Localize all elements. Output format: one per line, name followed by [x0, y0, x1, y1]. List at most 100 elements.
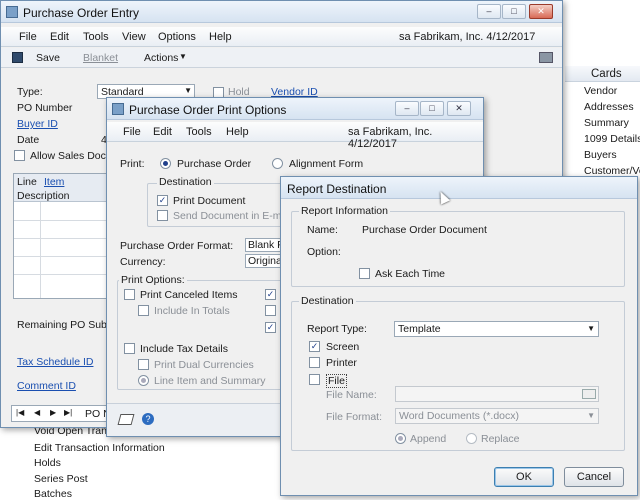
cards-item-vendor[interactable]: Vendor — [584, 85, 617, 97]
cards-item-buyers[interactable]: Buyers — [584, 149, 617, 161]
ok-button[interactable]: OK — [494, 467, 554, 487]
line-grid: Line Item Description — [13, 173, 109, 299]
print-canceled-label: Print Canceled Items — [140, 289, 238, 301]
po-window-title: Purchase Order Entry — [23, 6, 140, 20]
menu-edit[interactable]: Edit — [50, 31, 69, 43]
print-options-title: Purchase Order Print Options — [129, 103, 287, 117]
menu-tools[interactable]: Tools — [186, 126, 212, 138]
line-item-summary-label: Line Item and Summary — [154, 375, 266, 387]
option-checkbox[interactable]: ✓ — [265, 289, 276, 300]
file-name-input[interactable] — [395, 386, 599, 402]
alignment-form-radio[interactable] — [272, 158, 283, 169]
currency-label: Currency: — [120, 256, 166, 268]
send-email-label: Send Document in E-mail — [173, 210, 293, 222]
report-destination-titlebar: Report Destination — [281, 177, 637, 199]
minimize-button[interactable]: – — [395, 101, 419, 116]
grid-row-line — [14, 220, 108, 221]
grid-row-line — [14, 256, 108, 257]
save-icon — [12, 52, 23, 63]
menu-help[interactable]: Help — [226, 126, 249, 138]
printer-checkbox[interactable] — [309, 357, 320, 368]
close-button[interactable]: ✕ — [447, 101, 471, 116]
po-number-label: PO Number — [17, 102, 73, 114]
cards-item-summary[interactable]: Summary — [584, 117, 629, 129]
menu-file[interactable]: File — [123, 126, 141, 138]
print-canceled-checkbox[interactable] — [124, 289, 135, 300]
menu-options[interactable]: Options — [158, 31, 196, 43]
print-document-checkbox[interactable]: ✓ — [157, 195, 168, 206]
name-label: Name: — [307, 224, 338, 236]
print-po-label: Purchase Order — [177, 158, 252, 170]
user-info: sa Fabrikam, Inc. 4/12/2017 — [399, 31, 536, 43]
cancel-button[interactable]: Cancel — [564, 467, 624, 487]
minimize-button[interactable]: – — [477, 4, 501, 19]
list-item[interactable]: Holds — [34, 457, 61, 469]
po-toolbar: Save Blanket Actions ▼ — [1, 48, 562, 68]
alignment-form-label: Alignment Form — [289, 158, 364, 170]
folder-icon[interactable] — [582, 389, 596, 399]
file-format-select[interactable]: Word Documents (*.docx) ▼ — [395, 408, 599, 424]
print-dual-checkbox[interactable] — [138, 359, 149, 370]
first-record-icon[interactable]: |◀ — [16, 408, 24, 417]
append-label: Append — [410, 433, 447, 445]
option-checkbox[interactable] — [265, 305, 276, 316]
cards-item-addresses[interactable]: Addresses — [584, 101, 634, 113]
report-type-select[interactable]: Template ▼ — [394, 321, 599, 337]
tax-schedule-link[interactable]: Tax Schedule ID — [17, 356, 93, 368]
menu-file[interactable]: File — [19, 31, 37, 43]
po-menubar: File Edit Tools View Options Help sa Fab… — [1, 27, 562, 47]
comment-id-link[interactable]: Comment ID — [17, 380, 76, 392]
menu-edit[interactable]: Edit — [153, 126, 172, 138]
ask-each-time-checkbox[interactable] — [359, 268, 370, 279]
save-button[interactable]: Save — [36, 52, 60, 64]
actions-button[interactable]: Actions — [144, 52, 178, 64]
previous-record-icon[interactable]: ◀ — [34, 408, 40, 417]
record-navigation: |◀ ◀ ▶ ▶| PO N — [11, 405, 111, 422]
send-email-checkbox[interactable] — [157, 210, 168, 221]
report-type-label: Report Type: — [307, 323, 367, 335]
include-tax-checkbox[interactable] — [124, 343, 135, 354]
include-totals-checkbox[interactable] — [138, 305, 149, 316]
file-checkbox[interactable] — [309, 374, 320, 385]
include-totals-label: Include In Totals — [154, 305, 230, 317]
print-po-radio[interactable] — [160, 158, 171, 169]
ask-each-time-label: Ask Each Time — [375, 268, 446, 280]
buyer-id-link[interactable]: Buyer ID — [17, 118, 58, 130]
po-format-select[interactable]: Blank Pa — [245, 238, 290, 252]
destination-group-title: Destination — [157, 176, 214, 188]
list-item[interactable]: Edit Transaction Information — [34, 442, 165, 454]
menu-tools[interactable]: Tools — [83, 31, 109, 43]
po-titlebar: Purchase Order Entry – □ ✕ — [1, 1, 562, 23]
append-radio[interactable] — [395, 433, 406, 444]
currency-select[interactable]: Originati — [245, 254, 287, 268]
screen-label: Screen — [326, 341, 360, 353]
app-icon — [6, 6, 18, 18]
next-record-icon[interactable]: ▶ — [50, 408, 56, 417]
help-icon[interactable]: ? — [142, 413, 154, 425]
printer-icon[interactable] — [539, 52, 553, 63]
file-name-label: File Name: — [326, 389, 377, 401]
list-item[interactable]: Series Post — [34, 473, 88, 485]
cards-panel: Cards Vendor Addresses Summary 1099 Deta… — [565, 66, 640, 186]
replace-radio[interactable] — [466, 433, 477, 444]
user-info: sa Fabrikam, Inc. 4/12/2017 — [348, 126, 433, 150]
name-value: Purchase Order Document — [362, 224, 487, 236]
grid-col-line — [40, 202, 41, 298]
cards-item-1099[interactable]: 1099 Details — [584, 133, 640, 145]
maximize-button[interactable]: □ — [420, 101, 444, 116]
option-checkbox[interactable]: ✓ — [265, 322, 276, 333]
screen-checkbox[interactable]: ✓ — [309, 341, 320, 352]
menu-view[interactable]: View — [122, 31, 146, 43]
menu-help[interactable]: Help — [209, 31, 232, 43]
line-item-summary-radio[interactable] — [138, 375, 149, 386]
blanket-button[interactable]: Blanket — [83, 52, 118, 64]
report-information-title: Report Information — [299, 205, 390, 217]
close-button[interactable]: ✕ — [529, 4, 553, 19]
list-item[interactable]: Batches — [34, 488, 72, 500]
maximize-button[interactable]: □ — [502, 4, 526, 19]
note-icon[interactable] — [117, 414, 135, 425]
print-document-label: Print Document — [173, 195, 246, 207]
last-record-icon[interactable]: ▶| — [64, 408, 72, 417]
allow-sales-checkbox[interactable] — [14, 150, 25, 161]
col-item[interactable]: Item — [44, 176, 64, 188]
